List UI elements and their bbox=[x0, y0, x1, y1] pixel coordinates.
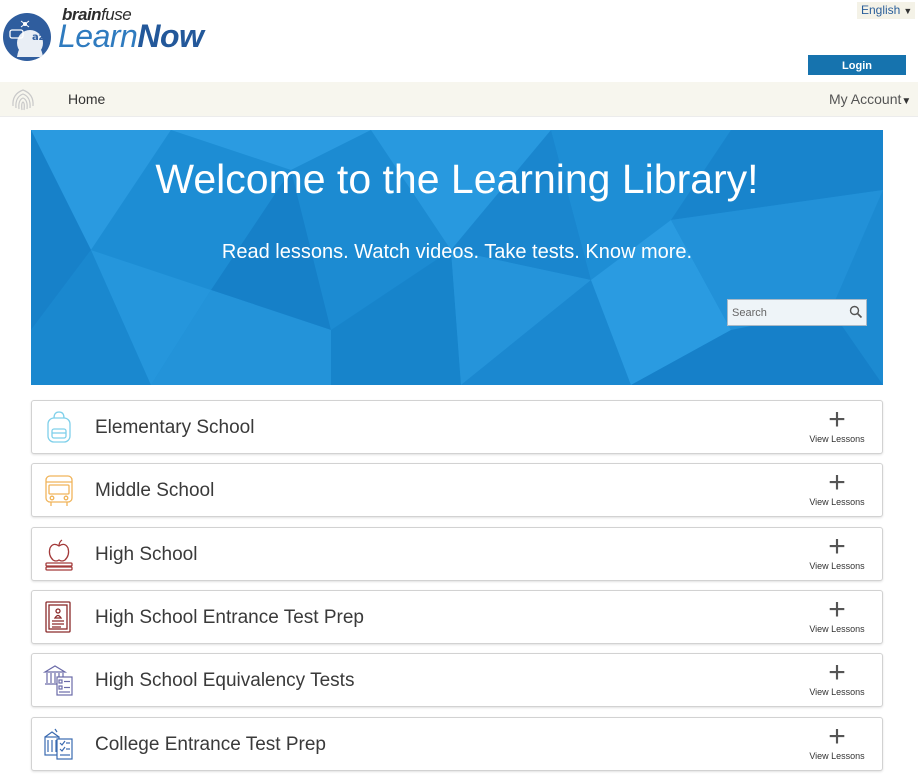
banner-title: Welcome to the Learning Library! bbox=[155, 156, 759, 202]
category-card-college-entrance-test-prep[interactable]: College Entrance Test Prep + View Lesson… bbox=[31, 717, 883, 771]
college-checklist-icon bbox=[44, 728, 73, 760]
logo-text: az bbox=[32, 32, 45, 43]
view-lessons-link[interactable]: View Lessons bbox=[802, 687, 872, 697]
school-bus-icon bbox=[45, 475, 73, 506]
category-card-hs-equivalency-tests[interactable]: High School Equivalency Tests + View Les… bbox=[31, 653, 883, 707]
chevron-down-icon: ▼ bbox=[903, 6, 913, 16]
search-icon[interactable] bbox=[849, 305, 863, 319]
category-label: High School bbox=[95, 544, 198, 565]
institution-checklist-icon bbox=[43, 665, 73, 696]
plus-icon[interactable]: + bbox=[812, 532, 862, 562]
learnnow-logo-icon[interactable]: az bbox=[3, 13, 51, 61]
plus-icon[interactable]: + bbox=[812, 405, 862, 435]
category-card-hs-entrance-test-prep[interactable]: High School Entrance Test Prep + View Le… bbox=[31, 590, 883, 644]
view-lessons-link[interactable]: View Lessons bbox=[802, 751, 872, 761]
plus-icon[interactable]: + bbox=[812, 595, 862, 625]
brand-learnnow[interactable]: LearnNow bbox=[58, 18, 204, 55]
header: az brainfuse LearnNow English ▼ Login bbox=[0, 0, 918, 82]
plus-icon[interactable]: + bbox=[812, 722, 862, 752]
test-document-icon bbox=[45, 601, 71, 633]
category-label: Elementary School bbox=[95, 417, 255, 438]
search-box bbox=[727, 299, 867, 326]
category-label: High School Entrance Test Prep bbox=[95, 607, 364, 628]
backpack-icon bbox=[47, 411, 71, 443]
search-input[interactable] bbox=[732, 304, 842, 321]
view-lessons-link[interactable]: View Lessons bbox=[802, 497, 872, 507]
category-card-elementary-school[interactable]: Elementary School + View Lessons bbox=[31, 400, 883, 454]
chevron-down-icon: ▼ bbox=[901, 96, 912, 107]
fingerprint-icon bbox=[12, 89, 34, 111]
brand-now-text: Now bbox=[137, 18, 204, 54]
view-lessons-link[interactable]: View Lessons bbox=[802, 561, 872, 571]
nav-home-link[interactable]: Home bbox=[68, 91, 105, 107]
welcome-banner: Welcome to the Learning Library! Read le… bbox=[31, 130, 883, 385]
category-label: College Entrance Test Prep bbox=[95, 734, 326, 755]
category-card-high-school[interactable]: High School + View Lessons bbox=[31, 527, 883, 581]
plus-icon[interactable]: + bbox=[812, 468, 862, 498]
apple-books-icon bbox=[45, 539, 73, 571]
view-lessons-link[interactable]: View Lessons bbox=[802, 434, 872, 444]
banner-subtitle: Read lessons. Watch videos. Take tests. … bbox=[221, 241, 693, 263]
brand-learn-text: Learn bbox=[58, 18, 138, 54]
language-label: English bbox=[861, 3, 901, 17]
language-dropdown[interactable]: English ▼ bbox=[857, 2, 915, 19]
my-account-dropdown[interactable]: My Account▼ bbox=[829, 91, 911, 107]
category-label: High School Equivalency Tests bbox=[95, 670, 355, 691]
view-lessons-link[interactable]: View Lessons bbox=[802, 624, 872, 634]
navbar: Home My Account▼ bbox=[0, 82, 918, 117]
category-card-middle-school[interactable]: Middle School + View Lessons bbox=[31, 463, 883, 517]
category-label: Middle School bbox=[95, 480, 215, 501]
my-account-label: My Account bbox=[829, 91, 902, 107]
login-button[interactable]: Login bbox=[808, 55, 906, 75]
plus-icon[interactable]: + bbox=[812, 658, 862, 688]
